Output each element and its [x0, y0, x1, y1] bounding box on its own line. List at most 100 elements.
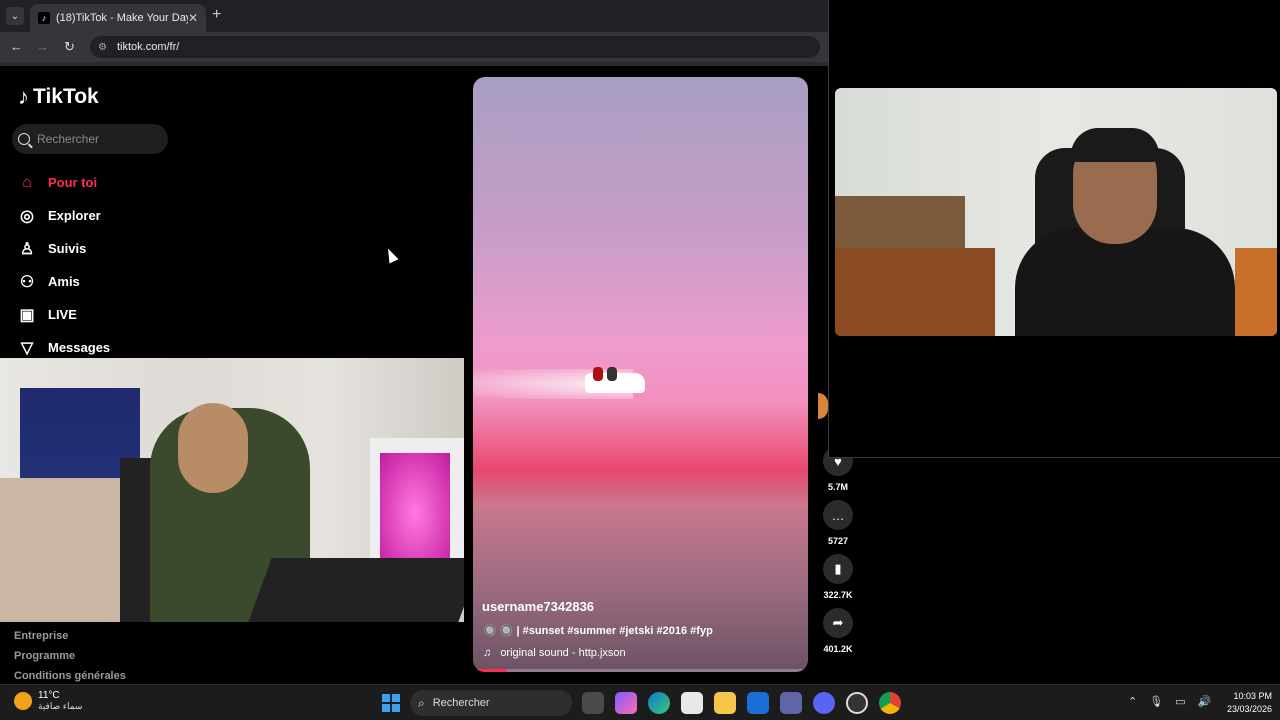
- logo-text: TikTok: [33, 85, 99, 108]
- copilot-icon[interactable]: [615, 692, 637, 714]
- comment-icon[interactable]: …: [823, 500, 853, 530]
- video-actions: ♥ 5.7M … 5727 ▮ 322.7K ➦ 401.2K: [820, 446, 856, 662]
- video-author[interactable]: username7342836: [482, 599, 594, 614]
- outlook-icon[interactable]: [747, 692, 769, 714]
- chrome-icon[interactable]: [879, 692, 901, 714]
- comment-count: 5727: [827, 536, 849, 546]
- forward-arrow-icon[interactable]: →: [36, 39, 49, 54]
- sidebar-item-pour-toi[interactable]: ⌂ Pour toi: [18, 166, 110, 199]
- home-icon: ⌂: [22, 173, 32, 191]
- url-field[interactable]: ⚙ tiktok.com/fr/: [90, 36, 820, 58]
- microphone-icon[interactable]: 🎙: [1149, 695, 1163, 708]
- music-note-icon: ♫: [483, 647, 492, 659]
- sidebar-item-label: Messages: [48, 340, 111, 355]
- webcam-hair: [1071, 128, 1159, 162]
- webcam-person: [1015, 228, 1235, 336]
- chevron-up-icon[interactable]: ⌃: [1128, 695, 1137, 708]
- webcam-overlay-left: [0, 358, 464, 622]
- compass-icon: ◎: [20, 207, 34, 225]
- store-icon[interactable]: [681, 692, 703, 714]
- creator-avatar[interactable]: [818, 393, 828, 419]
- search-input[interactable]: Rechercher: [12, 124, 168, 154]
- comment-action[interactable]: … 5727: [820, 500, 856, 550]
- new-tab-button[interactable]: +: [212, 6, 221, 24]
- video-player[interactable]: username7342836 🔘 🔘 | #sunset #summer #j…: [473, 77, 808, 672]
- discord-icon[interactable]: [813, 692, 835, 714]
- friends-icon: ⚇: [19, 273, 35, 291]
- sound-label: original sound - http.jxson: [500, 647, 626, 659]
- sidebar-item-explorer[interactable]: ◎ Explorer: [18, 199, 110, 232]
- bookmark-icon[interactable]: ▮: [823, 554, 853, 584]
- video-sound[interactable]: ♫ original sound - http.jxson: [483, 647, 626, 659]
- tab-list-chevron-icon[interactable]: ⌄: [6, 7, 24, 25]
- teams-icon[interactable]: [780, 692, 802, 714]
- reload-icon[interactable]: ↻: [64, 39, 75, 55]
- footer-link[interactable]: Entreprise: [14, 630, 126, 650]
- screen: ⌄ ♪ (18)TikTok - Make Your Day ✕ + ← → ↻…: [0, 0, 1280, 720]
- windows-taskbar: 11°C سماء صافية ⌕ Rechercher ⌃ 🎙 ▭ 🔊 10:…: [0, 684, 1280, 720]
- volume-icon[interactable]: 🔊: [1198, 695, 1212, 708]
- sidebar-item-live[interactable]: ▣ LIVE: [18, 298, 110, 331]
- sidebar-nav: ⌂ Pour toi ◎ Explorer ♙ Suivis ⚇ Amis ▣ …: [18, 166, 110, 364]
- sidebar-item-amis[interactable]: ⚇ Amis: [18, 265, 110, 298]
- search-placeholder: Rechercher: [37, 132, 100, 146]
- sidebar-item-suivis[interactable]: ♙ Suivis: [18, 232, 110, 265]
- back-arrow-icon[interactable]: ←: [10, 39, 23, 54]
- obs-icon[interactable]: [846, 692, 868, 714]
- chrome-divider: [0, 62, 828, 66]
- bookmark-action[interactable]: ▮ 322.7K: [820, 554, 856, 604]
- sidebar-item-label: Amis: [48, 274, 80, 289]
- sidebar-item-label: Explorer: [48, 208, 101, 223]
- taskbar-clock[interactable]: 10:03 PM 23/03/2026: [1212, 690, 1272, 716]
- browser-tab-tiktok[interactable]: ♪ (18)TikTok - Make Your Day ✕: [30, 4, 206, 32]
- weather-widget[interactable]: 11°C سماء صافية: [14, 690, 82, 712]
- tiktok-note-icon: ♪: [18, 84, 29, 109]
- video-caption: 🔘 🔘 | #sunset #summer #jetski #2016 #fyp: [483, 625, 713, 637]
- system-tray: ⌃ 🎙 ▭ 🔊: [1128, 695, 1223, 708]
- tab-title: (18)TikTok - Make Your Day: [56, 12, 188, 24]
- close-tab-icon[interactable]: ✕: [188, 11, 198, 25]
- video-progress-bar[interactable]: [473, 669, 808, 672]
- webcam-overlay-right: [835, 88, 1277, 336]
- footer-link[interactable]: Programme: [14, 650, 126, 670]
- taskbar-search[interactable]: ⌕ Rechercher: [410, 690, 572, 716]
- webcam-bedsheet: [0, 478, 130, 622]
- taskbar-search-label: Rechercher: [432, 697, 490, 709]
- messages-icon: ▽: [20, 339, 34, 357]
- clock-time: 10:03 PM: [1233, 691, 1272, 701]
- webcam-desk: [1235, 248, 1277, 336]
- windows-start-icon[interactable]: [382, 694, 400, 712]
- sidebar-item-label: LIVE: [48, 307, 77, 322]
- task-view-icon[interactable]: [582, 692, 604, 714]
- sidebar-item-label: Suivis: [48, 241, 87, 256]
- site-info-icon[interactable]: ⚙: [98, 42, 107, 53]
- clock-date: 23/03/2026: [1226, 704, 1272, 714]
- like-count: 5.7M: [827, 482, 848, 492]
- tiktok-logo[interactable]: ♪ TikTok: [18, 84, 99, 110]
- mouse-cursor-icon: [383, 246, 399, 264]
- search-icon: [18, 133, 30, 145]
- webcam-desk: [248, 558, 464, 622]
- address-bar-row: ← → ↻ ⚙ tiktok.com/fr/: [0, 32, 828, 62]
- edge-icon[interactable]: [648, 692, 670, 714]
- bookmark-count: 322.7K: [823, 590, 853, 600]
- video-rider: [593, 367, 603, 381]
- url-text: tiktok.com/fr/: [116, 41, 180, 53]
- search-icon: ⌕: [418, 695, 425, 710]
- browser-tab-bar: ⌄ ♪ (18)TikTok - Make Your Day ✕ +: [0, 0, 828, 32]
- following-icon: ♙: [19, 240, 35, 258]
- file-explorer-icon[interactable]: [714, 692, 736, 714]
- webcam-head: [178, 403, 248, 493]
- network-icon[interactable]: ▭: [1175, 695, 1185, 708]
- webcam-pc-glow: [380, 453, 450, 573]
- tiktok-favicon-icon: ♪: [38, 12, 50, 24]
- sidebar-item-label: Pour toi: [48, 175, 98, 190]
- taskbar-apps: [582, 692, 912, 714]
- share-icon[interactable]: ➦: [823, 608, 853, 638]
- share-count: 401.2K: [823, 644, 853, 654]
- footer-links: Entreprise Programme Conditions générale…: [14, 630, 126, 690]
- share-action[interactable]: ➦ 401.2K: [820, 608, 856, 658]
- weather-icon: [14, 692, 32, 710]
- live-icon: ▣: [19, 306, 35, 324]
- video-progress-fill: [473, 669, 507, 672]
